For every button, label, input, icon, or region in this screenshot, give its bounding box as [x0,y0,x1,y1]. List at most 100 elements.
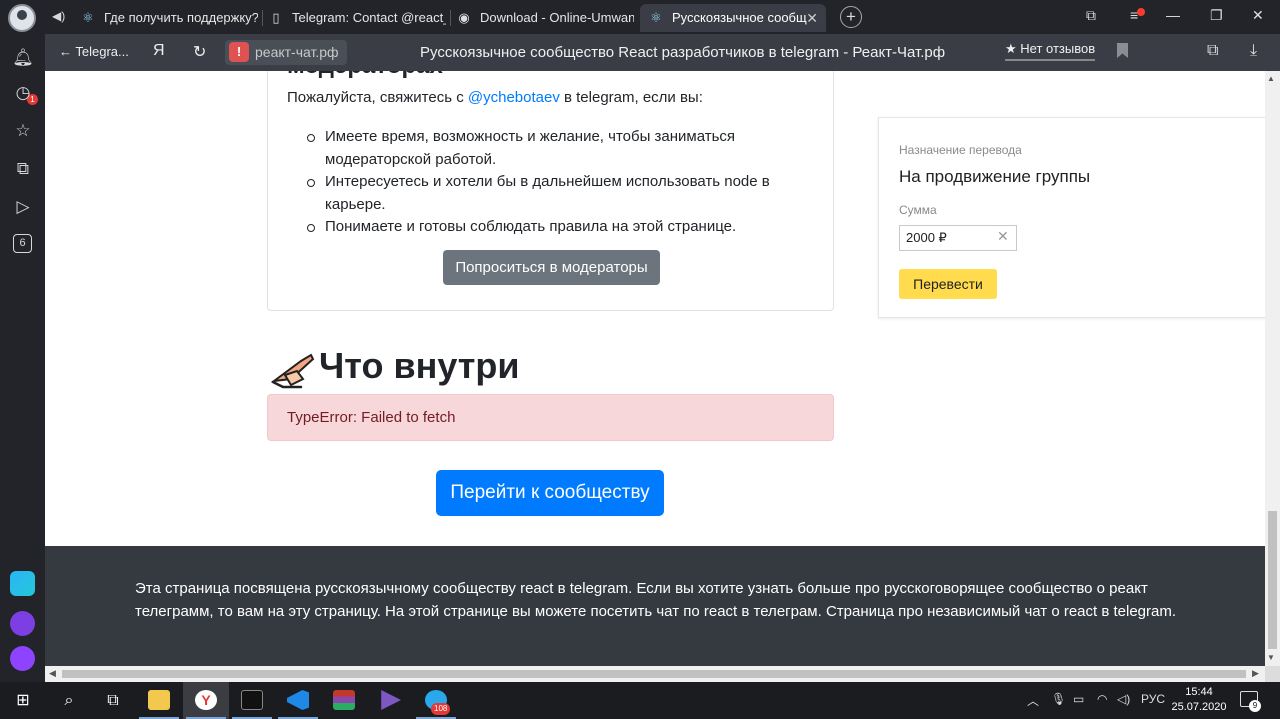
close-window-icon[interactable]: ✕ [1252,7,1264,24]
purpose-value: На продвижение группы [899,167,1091,186]
media-player-icon[interactable] [367,682,413,719]
windows-start-icon[interactable]: ⊞ [0,682,46,719]
windows-taskbar: ⊞ ⌕ ⧉ Y 108 ︿ 🎙︎ ▭ ◠ ◁) РУС 15:44 25.07.… [0,682,1280,719]
error-alert: TypeError: Failed to fetch [267,394,834,441]
notification-dot [1137,8,1145,16]
telegram-unread-badge: 108 [431,703,451,715]
extensions-icon[interactable]: ⧉ [1207,42,1218,60]
clock-date: 25.07.2020 [1171,701,1227,713]
tab-label: Telegram: Contact @react_ [292,10,446,25]
vscode-icon[interactable] [275,682,321,719]
list-item: Интересуетесь и хотели бы в дальнейшем и… [307,171,785,216]
clock-time: 15:44 [1185,686,1213,698]
moderators-intro: Пожалуйста, свяжитесь с @ychebotaev в te… [287,89,703,106]
restore-icon[interactable]: ❐ [1210,7,1223,24]
go-to-community-button[interactable]: Перейти к сообществу [436,470,664,516]
bell-icon[interactable]: 🔔︎ [12,47,34,69]
history-icon[interactable]: ◷ [12,82,34,104]
volume-icon[interactable]: ◁) [1117,692,1130,706]
browser-sidebar: 🔔︎ 1 ◷ ☆ ⧉ ▷ 6 [0,34,45,685]
action-center-badge: 9 [1249,700,1261,712]
tab-telegram-contact[interactable]: ▯ Telegram: Contact @react_ [268,4,446,32]
bookmark-icon[interactable] [1117,43,1128,58]
reviews-button[interactable]: ★ Нет отзывов [1005,41,1096,61]
terminal-icon[interactable] [229,682,275,719]
video-icon[interactable]: ▷ [12,196,34,218]
search-icon[interactable]: ⌕ [46,682,92,719]
footer-text: Эта страница посвящена русскоязычному со… [135,580,1177,620]
clock[interactable]: 15:44 25.07.2020 [1166,685,1232,715]
tab-active-react-chat[interactable]: ⚛ Русскоязычное сообщ ✕ [640,4,826,32]
reload-icon[interactable]: ↻ [193,42,206,62]
yandex-icon[interactable]: Я [153,42,165,60]
scrollbar-corner [1265,666,1280,682]
scroll-up-icon[interactable]: ▲ [1267,74,1275,83]
globe-icon: ◉ [458,10,470,25]
star-icon[interactable]: ☆ [12,120,34,142]
close-tab-icon[interactable]: ✕ [806,4,818,32]
security-warning-icon[interactable]: ! [229,42,249,62]
wifi-icon[interactable]: ◠ [1097,692,1107,706]
folder-icon [148,690,170,710]
alice-assistant-icon[interactable] [10,646,35,671]
moderators-requirements-list: Имеете время, возможность и желание, что… [307,126,785,239]
vertical-scrollbar[interactable]: ▲ ▼ [1265,71,1280,666]
amount-label: Сумма [899,203,937,217]
tab-separator [262,10,263,26]
request-moderator-button[interactable]: Попроситься в модераторы [443,250,660,285]
url-text: реакт-чат.рф [255,44,339,60]
tabs-count-icon[interactable]: 6 [13,234,32,253]
moderators-heading: модераторах [287,71,443,80]
writing-hand-icon [271,353,315,389]
scroll-left-icon[interactable]: ◀ [49,668,56,679]
horizontal-scrollbar[interactable]: ◀ ▶ [45,666,1265,682]
horizontal-scroll-thumb[interactable] [62,670,1246,678]
page-icon: ▯ [272,10,280,25]
task-view-icon[interactable]: ⧉ [90,682,136,719]
tab-separator [450,10,451,26]
battery-icon[interactable]: ▭ [1073,692,1084,706]
react-icon: ⚛ [82,10,94,25]
url-field[interactable]: ! реакт-чат.рф [225,40,347,65]
language-indicator[interactable]: РУС [1141,692,1165,706]
yandex-logo-icon: Y [195,690,217,710]
file-explorer-icon[interactable] [136,682,182,719]
address-bar: ← Telegra... Я ↻ ! реакт-чат.рф Русскояз… [45,34,1280,71]
scroll-right-icon[interactable]: ▶ [1252,668,1259,679]
play-icon [381,690,401,710]
browser-tab-bar: ◀) ⚛ Где получить поддержку? ▯ Telegram: C… [0,0,1280,34]
tab-label: Русскоязычное сообщ [672,10,807,25]
tab-support[interactable]: ⚛ Где получить поддержку? [80,4,258,32]
console-icon [241,690,263,710]
profile-avatar-icon[interactable] [8,4,36,32]
speaker-icon[interactable]: ◀) [52,9,65,23]
list-item: Понимаете и готовы соблюдать правила на … [307,216,785,239]
yandex-browser-icon[interactable]: Y [183,682,229,719]
media-app-icon[interactable] [10,571,35,596]
moderators-card: модераторах Пожалуйста, свяжитесь с @ych… [267,71,834,311]
transfer-button[interactable]: Перевести [899,269,997,299]
react-icon: ⚛ [650,10,662,25]
page-footer: Эта страница посвящена русскоязычному со… [45,546,1265,666]
back-button[interactable]: ← Telegra... [59,44,129,59]
tab-download[interactable]: ◉ Download - Online-Umwan [456,4,634,32]
intro-suffix: в telegram, если вы: [559,89,703,106]
clear-icon[interactable]: ✕ [997,228,1009,245]
microphone-icon[interactable]: 🎙︎ [1051,692,1066,706]
messenger-app-icon[interactable] [10,611,35,636]
collections-icon[interactable]: ⧉ [12,158,34,180]
scroll-down-icon[interactable]: ▼ [1267,653,1275,662]
winrar-icon[interactable] [321,682,367,719]
intro-prefix: Пожалуйста, свяжитесь с [287,89,468,106]
purpose-label: Назначение перевода [899,143,1022,157]
vscode-logo-icon [287,690,309,710]
contact-link[interactable]: @ychebotaev [468,89,560,106]
page-viewport: модераторах Пожалуйста, свяжитесь с @ych… [45,71,1265,666]
archive-icon [333,690,355,710]
new-tab-button[interactable]: + [840,6,862,28]
vertical-scroll-thumb[interactable] [1268,511,1277,649]
download-icon[interactable]: ⤓ [1250,42,1257,60]
minimize-icon[interactable]: — [1166,7,1180,23]
show-hidden-icons-icon[interactable]: ︿ [1027,692,1039,709]
collections-icon[interactable]: ⧉ [1086,7,1096,24]
